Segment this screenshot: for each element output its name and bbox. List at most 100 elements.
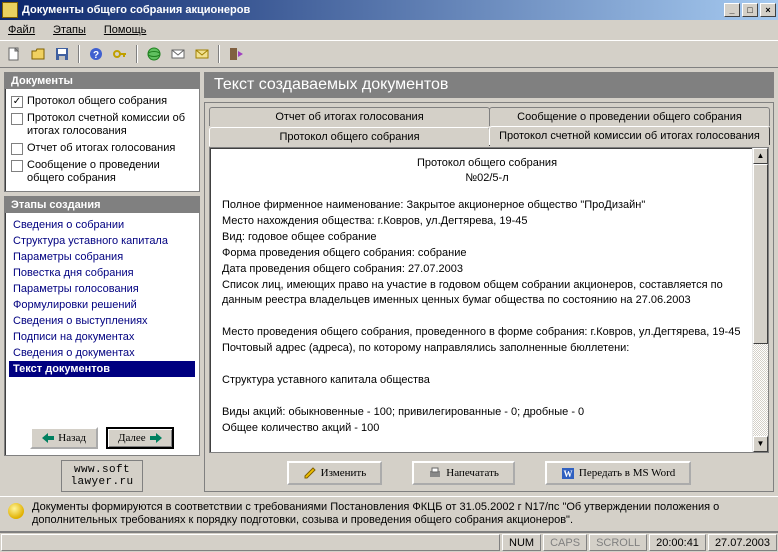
edit-button[interactable]: Изменить — [287, 461, 383, 485]
maximize-button[interactable]: □ — [742, 3, 758, 17]
tool-exit-icon[interactable] — [226, 44, 246, 64]
doc-line: Дата проведения общего собрания: 27.07.2… — [222, 262, 752, 277]
step-item[interactable]: Подписи на документах — [9, 329, 195, 345]
next-label: Далее — [118, 432, 146, 444]
menubar: Файл Этапы Помощь — [0, 20, 778, 40]
tab-back[interactable]: Сообщение о проведении общего собрания — [489, 107, 770, 126]
website-link[interactable]: www.soft lawyer.ru — [61, 460, 142, 492]
checkbox-icon[interactable] — [11, 96, 23, 108]
content-header: Текст создаваемых документов — [204, 72, 774, 98]
statusbar: NUM CAPS SCROLL 20:00:41 27.07.2003 — [0, 532, 778, 552]
link-line-2: lawyer.ru — [70, 476, 133, 488]
scroll-thumb[interactable] — [753, 164, 768, 344]
tool-new-icon[interactable] — [4, 44, 24, 64]
menu-file[interactable]: Файл — [4, 22, 39, 38]
documents-header: Документы — [5, 73, 199, 89]
tab-back[interactable]: Отчет об итогах голосования — [209, 107, 490, 126]
doc-line: Форма проведения общего собрания: собран… — [222, 246, 752, 261]
doc-line: Общее количество акций - 100 — [222, 421, 752, 436]
tool-mail-icon[interactable] — [168, 44, 188, 64]
steps-panel: Этапы создания Сведения о собранииСтрукт… — [4, 196, 200, 456]
document-view: Протокол общего собрания №02/5-л Полное … — [209, 147, 769, 453]
tool-envelope-icon[interactable] — [192, 44, 212, 64]
pencil-icon — [303, 466, 317, 480]
step-item[interactable]: Сведения о документах — [9, 345, 195, 361]
minimize-button[interactable]: _ — [724, 3, 740, 17]
status-date: 27.07.2003 — [708, 534, 777, 551]
svg-text:W: W — [563, 469, 572, 479]
print-button[interactable]: Напечатать — [412, 461, 515, 485]
arrow-right-icon — [150, 433, 162, 443]
export-word-button[interactable]: W Передать в MS Word — [545, 461, 691, 485]
tool-globe-icon[interactable] — [144, 44, 164, 64]
edit-label: Изменить — [321, 467, 367, 479]
toolbar: ? — [0, 40, 778, 68]
export-word-label: Передать в MS Word — [579, 467, 675, 479]
svg-text:?: ? — [93, 50, 99, 61]
doc-line: Список лиц, имеющих право на участие в г… — [222, 278, 752, 308]
doc-line: Полное фирменное наименование: Закрытое … — [222, 198, 752, 213]
doc-check-label: Протокол счетной комиссии об итогах голо… — [27, 112, 193, 138]
doc-line — [222, 309, 752, 324]
doc-check-label: Отчет об итогах голосования — [27, 142, 175, 155]
step-item[interactable]: Текст документов — [9, 361, 195, 377]
doc-title-2: №02/5-л — [222, 171, 752, 186]
menu-help[interactable]: Помощь — [100, 22, 151, 38]
arrow-left-icon — [42, 433, 54, 443]
doc-title-1: Протокол общего собрания — [222, 156, 752, 171]
doc-line: Виды акций: обыкновенные - 100; привилег… — [222, 405, 752, 420]
scroll-up-icon[interactable]: ▲ — [753, 148, 768, 164]
link-line-1: www.soft — [70, 464, 133, 476]
titlebar: Документы общего собрания акционеров _ □… — [0, 0, 778, 20]
doc-check-item[interactable]: Протокол общего собрания — [9, 93, 195, 110]
status-message — [1, 534, 500, 551]
steps-header: Этапы создания — [5, 197, 199, 213]
doc-check-label: Сообщение о проведении общего собрания — [27, 159, 193, 185]
doc-line: Место проведения общего собрания, провед… — [222, 325, 752, 340]
step-item[interactable]: Сведения о собрании — [9, 217, 195, 233]
scroll-down-icon[interactable]: ▼ — [753, 436, 768, 452]
doc-check-item[interactable]: Отчет об итогах голосования — [9, 140, 195, 157]
step-item[interactable]: Формулировки решений — [9, 297, 195, 313]
step-item[interactable]: Сведения о выступлениях — [9, 313, 195, 329]
doc-line: Почтовый адрес (адреса), по которому нап… — [222, 341, 752, 356]
checkbox-icon[interactable] — [11, 160, 23, 172]
close-button[interactable]: × — [760, 3, 776, 17]
status-time: 20:00:41 — [649, 534, 706, 551]
tab-front[interactable]: Протокол счетной комиссии об итогах голо… — [489, 126, 770, 145]
step-item[interactable]: Повестка дня собрания — [9, 265, 195, 281]
next-button[interactable]: Далее — [106, 427, 174, 449]
status-scroll: SCROLL — [589, 534, 647, 551]
toolbar-separator — [218, 45, 220, 63]
doc-check-item[interactable]: Сообщение о проведении общего собрания — [9, 157, 195, 187]
bulb-icon — [8, 503, 24, 519]
checkbox-icon[interactable] — [11, 143, 23, 155]
menu-stages[interactable]: Этапы — [49, 22, 90, 38]
app-icon — [2, 2, 18, 18]
doc-check-item[interactable]: Протокол счетной комиссии об итогах голо… — [9, 110, 195, 140]
step-item[interactable]: Параметры голосования — [9, 281, 195, 297]
tool-open-icon[interactable] — [28, 44, 48, 64]
doc-line — [222, 389, 752, 404]
tool-key-icon[interactable] — [110, 44, 130, 64]
status-num: NUM — [502, 534, 541, 551]
hint-text: Документы формируются в соответствии с т… — [32, 501, 770, 527]
doc-line: Вид: годовое общее собрание — [222, 230, 752, 245]
doc-check-label: Протокол общего собрания — [27, 95, 167, 108]
status-caps: CAPS — [543, 534, 587, 551]
back-button[interactable]: Назад — [30, 427, 98, 449]
doc-line — [222, 357, 752, 372]
tool-help-icon[interactable]: ? — [86, 44, 106, 64]
tab-front[interactable]: Протокол общего собрания — [209, 127, 490, 146]
checkbox-icon[interactable] — [11, 113, 23, 125]
scrollbar-vertical[interactable]: ▲ ▼ — [752, 148, 768, 452]
step-item[interactable]: Структура уставного капитала — [9, 233, 195, 249]
toolbar-separator — [78, 45, 80, 63]
documents-panel: Документы Протокол общего собрания Проток… — [4, 72, 200, 192]
print-label: Напечатать — [446, 467, 499, 479]
toolbar-separator — [136, 45, 138, 63]
word-icon: W — [561, 466, 575, 480]
step-item[interactable]: Параметры собрания — [9, 249, 195, 265]
tool-save-icon[interactable] — [52, 44, 72, 64]
doc-line: Структура уставного капитала общества — [222, 373, 752, 388]
